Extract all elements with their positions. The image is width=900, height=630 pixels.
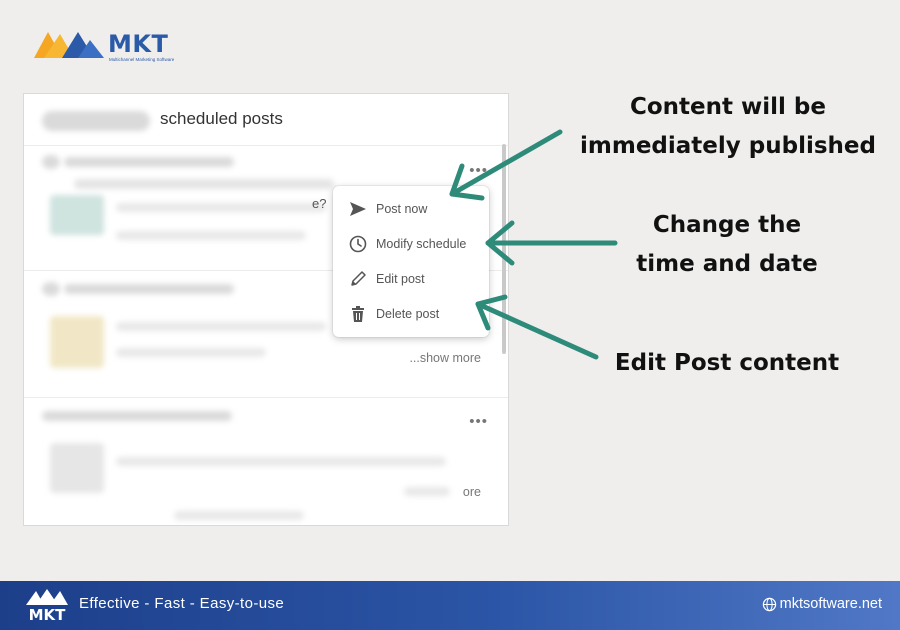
- callout-post-now: Content will be immediately published: [578, 88, 878, 166]
- blurred-author: [64, 284, 234, 294]
- blurred-text: [116, 322, 326, 331]
- menu-item-label: Post now: [376, 201, 428, 216]
- show-more-link[interactable]: ...show more: [409, 351, 481, 365]
- trash-icon: [348, 304, 368, 324]
- callout-line: Edit Post content: [614, 350, 840, 376]
- callout-line: time and date: [636, 251, 818, 277]
- blurred-thumbnail: [50, 195, 104, 235]
- website-label: mktsoftware.net: [779, 596, 882, 612]
- footer-tagline: Effective - Fast - Easy-to-use: [79, 595, 285, 612]
- brand-tagline-small: Multichannel Marketing Software: [109, 57, 175, 62]
- mkt-logo-icon: MKT: [26, 589, 68, 624]
- blurred-text: [74, 179, 334, 189]
- blurred-count: [42, 111, 150, 131]
- footer-logo-text: MKT: [29, 606, 67, 624]
- send-icon: [348, 199, 368, 219]
- pencil-icon: [348, 269, 368, 289]
- panel-title: scheduled posts: [160, 109, 283, 128]
- callout-modify-schedule: Change the time and date: [620, 206, 834, 284]
- brand-logo: MKT Multichannel Marketing Software: [34, 26, 184, 66]
- mkt-logo-icon: [34, 32, 104, 58]
- menu-item-label: Delete post: [376, 306, 440, 321]
- blurred-thumbnail: [50, 443, 104, 493]
- clock-icon: [348, 234, 368, 254]
- blurred-avatar: [42, 155, 60, 169]
- more-horizontal-icon[interactable]: •••: [469, 163, 488, 178]
- brand-wordmark: MKT: [108, 30, 169, 58]
- scrollbar[interactable]: [502, 144, 506, 354]
- globe-icon: [762, 597, 777, 612]
- menu-item-modify-schedule[interactable]: Modify schedule: [333, 226, 489, 261]
- menu-item-label: Edit post: [376, 271, 425, 286]
- more-horizontal-icon[interactable]: •••: [469, 414, 488, 429]
- panel-header: scheduled posts: [24, 94, 508, 146]
- blurred-text: [116, 348, 266, 357]
- post-item: ore •••: [24, 399, 508, 525]
- menu-item-label: Modify schedule: [376, 236, 467, 251]
- menu-item-delete-post[interactable]: Delete post: [333, 296, 489, 331]
- callout-line: Content will be: [630, 94, 826, 120]
- blurred-author: [42, 411, 232, 421]
- show-more-link[interactable]: ore: [463, 485, 481, 499]
- blurred-author: [64, 157, 234, 167]
- callout-edit-post: Edit Post content: [590, 344, 864, 383]
- blurred-text: [116, 231, 306, 240]
- blurred-avatar: [42, 282, 60, 296]
- blurred-text: [116, 203, 326, 212]
- menu-item-post-now[interactable]: Post now: [333, 191, 489, 226]
- callout-line: immediately published: [580, 133, 876, 159]
- footer-bar: MKT Effective - Fast - Easy-to-use mktso…: [0, 581, 900, 630]
- blurred-text: [404, 487, 450, 496]
- post-actions-menu: Post now Modify schedule Edit post Delet…: [333, 186, 489, 337]
- blurred-text: [116, 457, 446, 466]
- blurred-text: [174, 511, 304, 520]
- menu-item-edit-post[interactable]: Edit post: [333, 261, 489, 296]
- callout-line: Change the: [652, 212, 802, 238]
- post-text-fragment: e?: [312, 196, 327, 211]
- blurred-thumbnail: [50, 316, 104, 368]
- footer-website[interactable]: mktsoftware.net: [762, 596, 882, 612]
